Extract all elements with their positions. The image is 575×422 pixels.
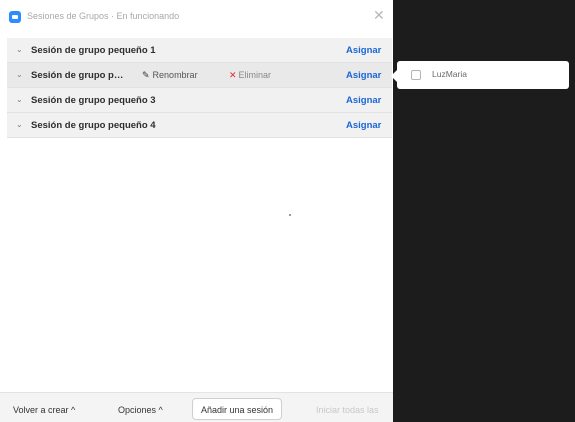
add-room-button[interactable]: Añadir una sesión: [192, 398, 283, 420]
window-title: Sesiones de Grupos · En funcionando: [27, 11, 180, 21]
room-row-1[interactable]: ⌄ Sesión de grupo pequeño 1 Asignar: [7, 38, 392, 63]
chevron-down-icon[interactable]: ⌄: [16, 45, 23, 54]
recreate-button[interactable]: Volver a crear ^: [13, 405, 75, 415]
assign-button[interactable]: Asignar: [346, 95, 381, 106]
chevron-down-icon[interactable]: ⌄: [16, 120, 23, 129]
title-bar: Sesiones de Grupos · En funcionando ✕: [0, 0, 393, 34]
room-name: Sesión de grupo p…: [31, 70, 124, 81]
room-name: Sesión de grupo pequeño 1: [31, 45, 156, 56]
participant-name[interactable]: LuzMaria: [432, 69, 467, 79]
assign-button[interactable]: Asignar: [346, 70, 381, 81]
close-icon[interactable]: ✕: [373, 8, 385, 22]
room-name: Sesión de grupo pequeño 4: [31, 120, 156, 131]
loading-dot: [289, 214, 291, 216]
delete-button[interactable]: ✕ Eliminar: [229, 70, 271, 81]
breakout-rooms-window: Sesiones de Grupos · En funcionando ✕ ⌄ …: [0, 0, 393, 422]
zoom-app-icon: [9, 11, 21, 23]
room-list: ⌄ Sesión de grupo pequeño 1 Asignar ⌄ Se…: [7, 38, 392, 138]
pencil-icon: ✎: [142, 70, 150, 80]
assign-participants-popup: LuzMaria: [391, 61, 569, 89]
chevron-down-icon[interactable]: ⌄: [16, 70, 23, 79]
delete-label: Eliminar: [238, 70, 272, 80]
room-row-3[interactable]: ⌄ Sesión de grupo pequeño 3 Asignar: [7, 88, 392, 113]
options-button[interactable]: Opciones ^: [118, 405, 163, 415]
open-all-rooms-button[interactable]: Iniciar todas las: [316, 405, 379, 415]
delete-icon: ✕: [229, 70, 237, 80]
rename-button[interactable]: ✎ Renombrar: [142, 70, 198, 81]
assign-button[interactable]: Asignar: [346, 45, 381, 56]
room-row-2[interactable]: ⌄ Sesión de grupo p… ✎ Renombrar ✕ Elimina…: [7, 63, 392, 88]
participant-checkbox[interactable]: [411, 70, 421, 80]
room-name: Sesión de grupo pequeño 3: [31, 95, 156, 106]
chevron-down-icon[interactable]: ⌄: [16, 95, 23, 104]
room-row-4[interactable]: ⌄ Sesión de grupo pequeño 4 Asignar: [7, 113, 392, 138]
rename-label: Renombrar: [152, 70, 198, 80]
assign-button[interactable]: Asignar: [346, 120, 381, 131]
footer-bar: Volver a crear ^ Opciones ^ Añadir una s…: [0, 392, 393, 422]
